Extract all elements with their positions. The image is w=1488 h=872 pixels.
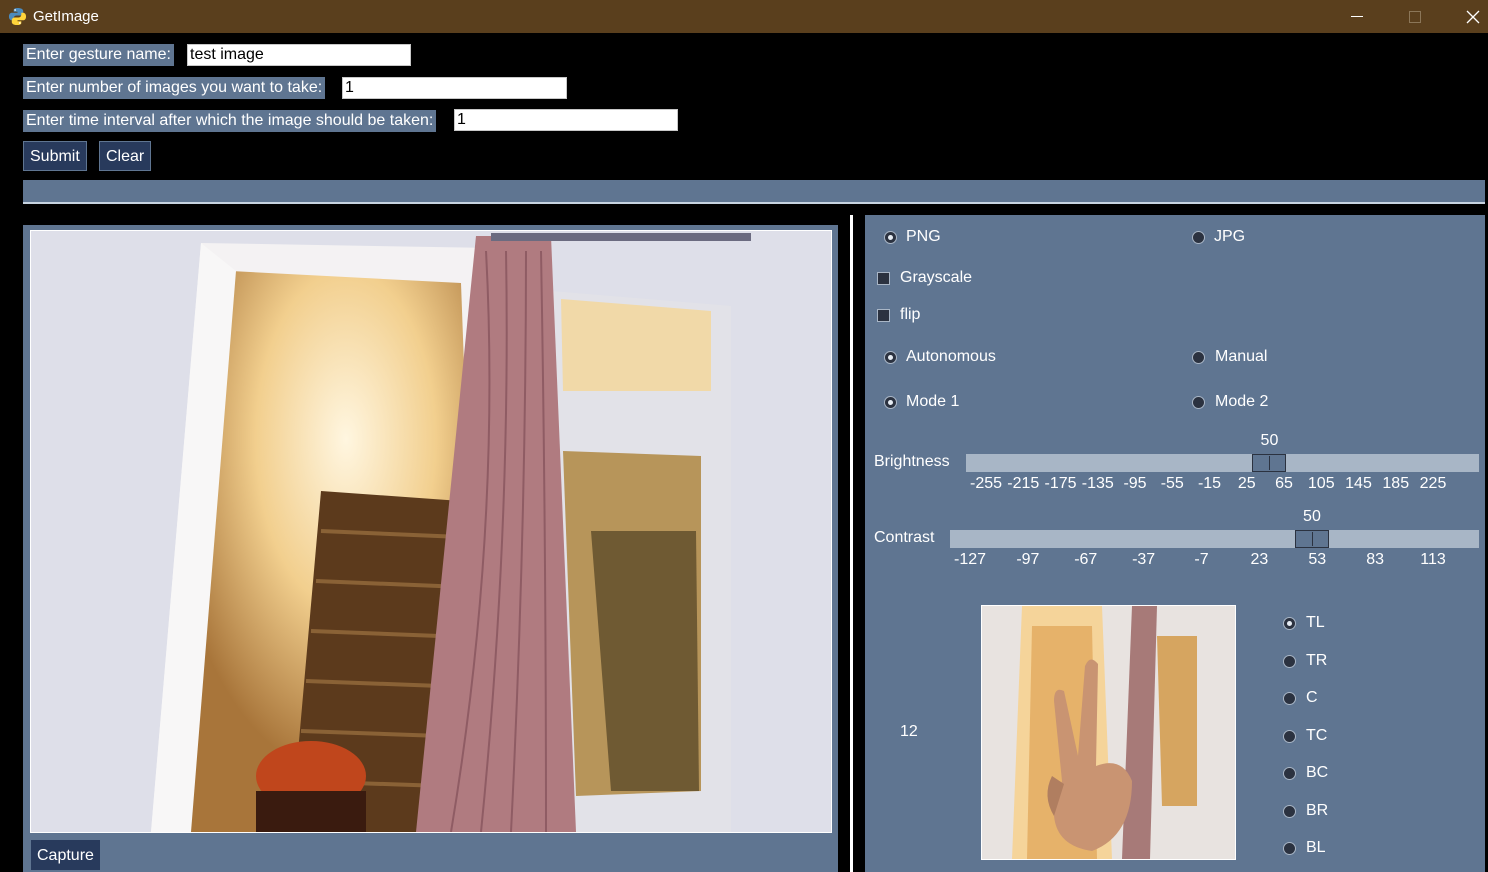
position-label-bc: BC [1306, 764, 1329, 781]
capture-button[interactable]: Capture [30, 839, 101, 871]
slider-tick-label: -7 [1194, 551, 1209, 568]
mode2-radio[interactable] [1192, 396, 1205, 409]
camera-preview-image [30, 230, 832, 833]
brightness-label: Brightness [874, 453, 950, 470]
brightness-slider[interactable] [966, 454, 1479, 472]
position-label-br: BR [1306, 801, 1329, 819]
slider-tick-label: -135 [1081, 475, 1114, 492]
autonomous-radio[interactable] [884, 351, 897, 364]
slider-tick-label: 113 [1420, 551, 1446, 568]
contrast-value: 50 [1303, 508, 1321, 525]
slider-tick-label: -175 [1044, 475, 1077, 492]
close-icon [1466, 10, 1480, 23]
minimize-icon [1351, 16, 1363, 17]
slider-tick-label: -215 [1007, 475, 1040, 492]
maximize-button[interactable] [1386, 0, 1444, 33]
position-label-c: C [1306, 689, 1318, 706]
brightness-slider-handle[interactable] [1252, 454, 1287, 472]
contrast-label: Contrast [874, 529, 935, 546]
slider-tick-label: -37 [1132, 551, 1156, 568]
slider-tick-label: 65 [1275, 475, 1293, 492]
slider-tick-label: 23 [1250, 551, 1269, 568]
grayscale-checkbox[interactable] [877, 272, 890, 285]
contrast-slider[interactable] [950, 530, 1479, 548]
slider-tick-label: -55 [1160, 475, 1184, 492]
slider-tick-label: 185 [1382, 475, 1410, 492]
mode1-label: Mode 1 [906, 393, 960, 410]
grayscale-label: Grayscale [900, 269, 973, 286]
png-label: PNG [906, 228, 941, 245]
position-radio-tc[interactable] [1283, 729, 1296, 743]
slider-tick-label: 25 [1237, 475, 1256, 492]
slider-tick-label: -95 [1123, 475, 1147, 492]
slider-tick-label: 225 [1419, 475, 1447, 492]
png-radio[interactable] [884, 231, 897, 244]
gesture-name-label: Enter gesture name: [23, 44, 174, 66]
mode2-label: Mode 2 [1215, 393, 1269, 410]
slider-tick-label: 53 [1308, 551, 1327, 568]
jpg-label: JPG [1214, 228, 1246, 245]
position-label-tc: TC [1306, 726, 1328, 744]
camera-panel: Capture [23, 225, 838, 872]
autonomous-label: Autonomous [906, 348, 996, 365]
position-radio-c[interactable] [1283, 692, 1296, 705]
gesture-name-input[interactable] [187, 44, 411, 66]
position-radio-tl[interactable] [1283, 617, 1296, 630]
image-count-label: Enter number of images you want to take: [23, 77, 326, 99]
slider-tick-label: -97 [1016, 551, 1040, 568]
submit-button[interactable]: Submit [23, 141, 87, 171]
captured-image-thumbnail [981, 605, 1236, 860]
contrast-slider-handle[interactable] [1294, 530, 1329, 548]
image-counter: 12 [900, 723, 918, 740]
jpg-radio[interactable] [1192, 231, 1205, 244]
options-panel: PNG JPG Grayscale flip Autonomous Manual… [865, 215, 1485, 872]
clear-button[interactable]: Clear [99, 141, 152, 171]
slider-tick-label: -255 [969, 475, 1003, 492]
title-bar: GetImage [0, 0, 1488, 33]
slider-tick-label: 83 [1366, 551, 1385, 568]
slider-tick-label: -67 [1074, 551, 1098, 568]
progress-bar [23, 180, 1485, 204]
python-app-icon [8, 7, 27, 26]
client-area: Enter gesture name: Enter number of imag… [5, 33, 1488, 872]
position-label-tr: TR [1306, 651, 1328, 669]
panel-divider [850, 215, 853, 872]
position-radio-br[interactable] [1283, 804, 1296, 818]
flip-checkbox[interactable] [877, 309, 890, 322]
time-interval-input[interactable] [454, 109, 678, 131]
slider-tick-label: 145 [1345, 475, 1372, 492]
time-interval-label: Enter time interval after which the imag… [23, 110, 437, 132]
window-title: GetImage [33, 8, 99, 25]
position-label-tl: TL [1306, 614, 1325, 631]
flip-label: flip [900, 306, 921, 323]
brightness-value: 50 [1260, 432, 1279, 449]
image-count-input[interactable] [342, 77, 567, 99]
minimize-button[interactable] [1328, 0, 1386, 33]
position-radio-bl[interactable] [1283, 842, 1296, 855]
slider-tick-label: -15 [1197, 475, 1222, 492]
maximize-icon [1409, 10, 1421, 23]
position-label-bl: BL [1306, 839, 1326, 856]
manual-radio[interactable] [1192, 351, 1205, 364]
manual-label: Manual [1215, 348, 1268, 365]
mode1-radio[interactable] [884, 396, 897, 409]
close-button[interactable] [1444, 0, 1488, 33]
slider-tick-label: 105 [1307, 475, 1335, 492]
slider-tick-label: -127 [953, 551, 987, 568]
position-radio-bc[interactable] [1283, 767, 1296, 780]
position-radio-tr[interactable] [1283, 654, 1296, 668]
